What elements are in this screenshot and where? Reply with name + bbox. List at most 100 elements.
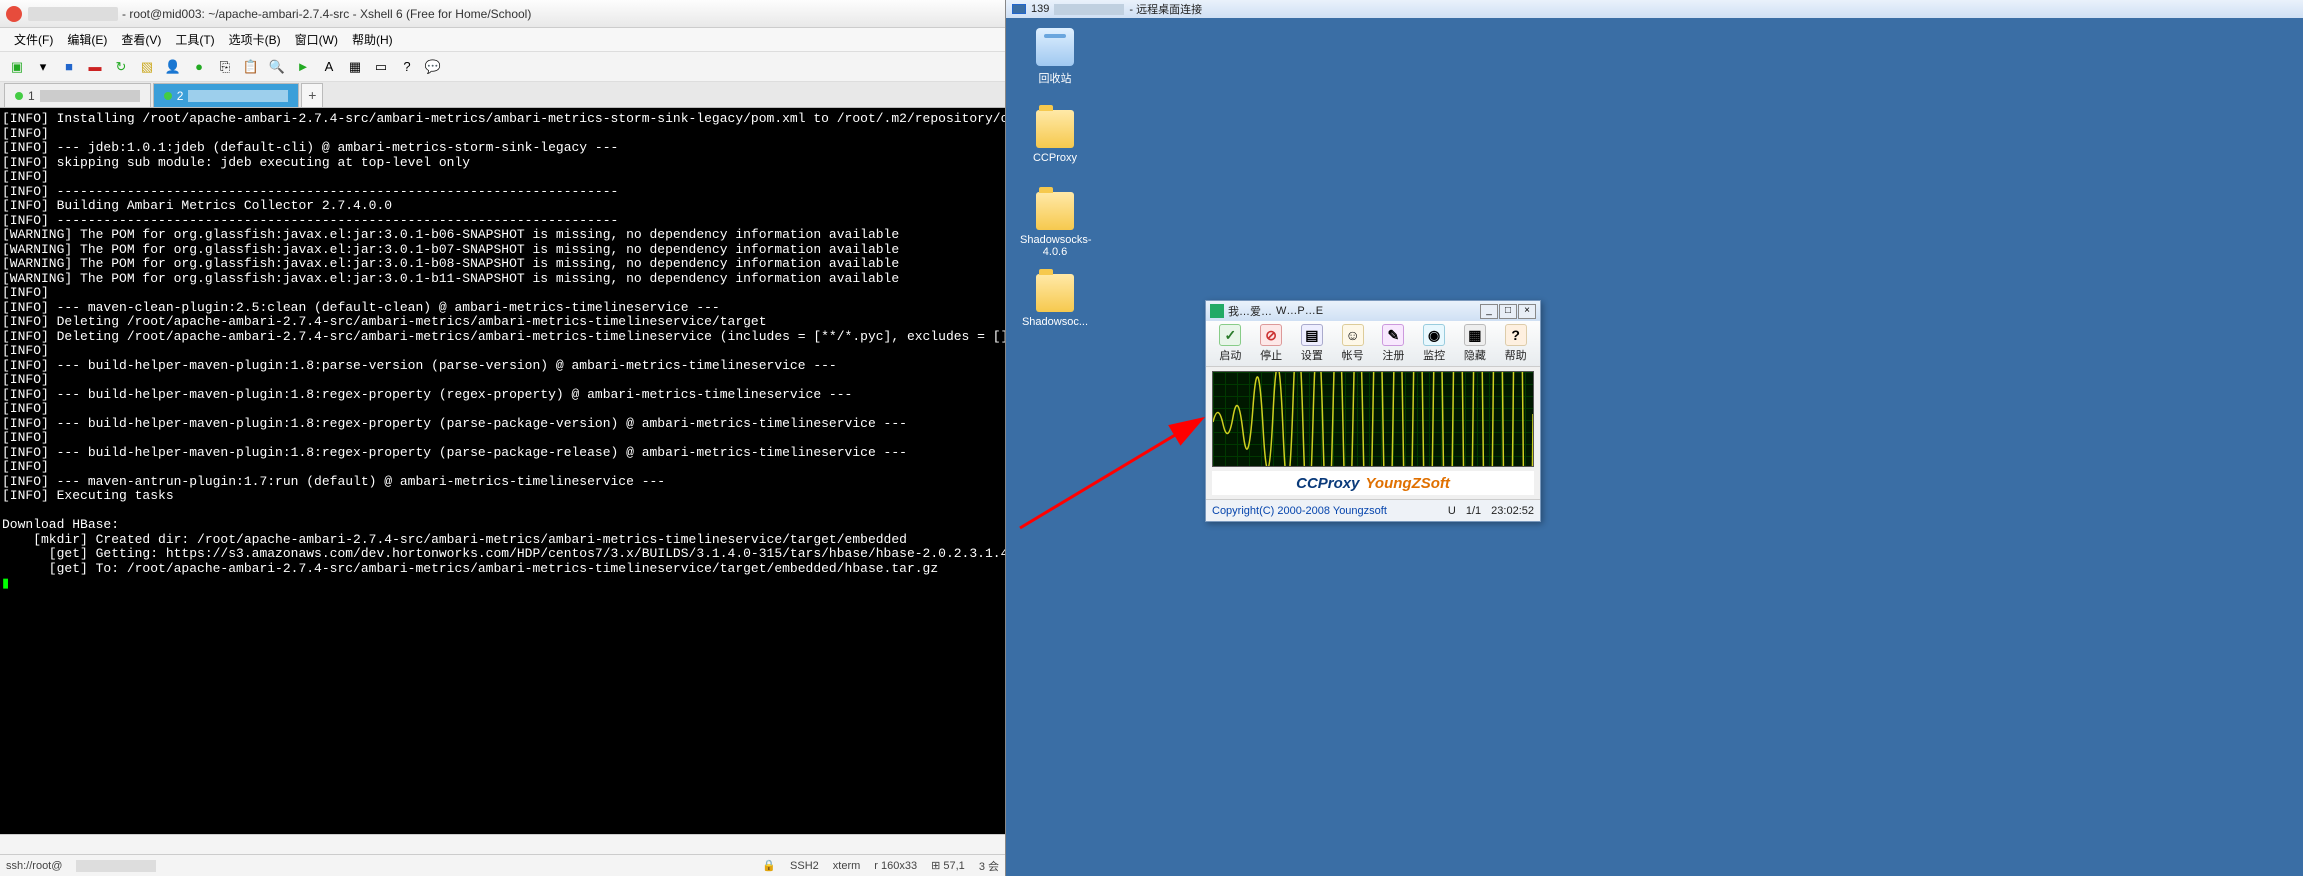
ccproxy-button-label: 帐号 — [1335, 347, 1371, 363]
ccproxy-window: 我…爱… W…P…E _ □ × ✓启动⊘停止▤设置☺帐号✎注册◉监控▦隐藏?帮… — [1205, 300, 1541, 522]
ccproxy-reg-button[interactable]: ✎注册 — [1375, 324, 1411, 363]
tab1-redacted — [40, 90, 140, 102]
ccproxy-title-prefix: 我…爱… — [1228, 303, 1272, 319]
status-cursor-pos: 57,1 — [943, 860, 964, 872]
ccproxy-stop-button[interactable]: ⊘停止 — [1253, 324, 1289, 363]
xshell-tab-add[interactable]: + — [301, 83, 323, 107]
tb-save-icon[interactable]: ■ — [58, 56, 80, 78]
stop-icon: ⊘ — [1260, 324, 1282, 346]
tb-reconnect-icon[interactable]: ↻ — [110, 56, 132, 78]
xshell-toolbar[interactable]: ▣ ▾ ■ ▬ ↻ ▧ 👤 ● ⎘ 📋 🔍 ► A ▦ ▭ ? 💬 — [0, 52, 1005, 82]
folder-icon — [1036, 110, 1074, 148]
ccproxy-button-label: 启动 — [1212, 347, 1248, 363]
menu-工具[interactable]: 工具(T) — [169, 29, 220, 50]
desktop-icon-CCProxy[interactable]: CCProxy — [1020, 110, 1090, 164]
close-button[interactable]: × — [1518, 304, 1536, 319]
minimize-button[interactable]: _ — [1480, 304, 1498, 319]
menu-查看[interactable]: 查看(V) — [115, 29, 167, 50]
hide-icon: ▦ — [1464, 324, 1486, 346]
menu-帮助[interactable]: 帮助(H) — [346, 29, 399, 50]
rdp-ip-prefix: 139 — [1031, 3, 1049, 15]
ccproxy-copyright: Copyright(C) 2000-2008 Youngzsoft — [1212, 505, 1387, 517]
xshell-tabbar: 1 2 + — [0, 82, 1005, 108]
tb-open-icon[interactable]: ▾ — [32, 56, 54, 78]
brand-youngzsoft: YoungZSoft — [1365, 475, 1449, 492]
tb-find-icon[interactable]: 🔍 — [266, 56, 288, 78]
xshell-titlebar[interactable]: - root@mid003: ~/apache-ambari-2.7.4-src… — [0, 0, 1005, 28]
ccproxy-stat-u: U — [1448, 505, 1456, 517]
ccproxy-acc-button[interactable]: ☺帐号 — [1335, 324, 1371, 363]
title-redacted — [28, 7, 118, 21]
bin-icon — [1036, 28, 1074, 66]
start-icon: ✓ — [1219, 324, 1241, 346]
desktop-icon-label: CCProxy — [1020, 152, 1090, 164]
desktop-icon-回收站[interactable]: 回收站 — [1020, 28, 1090, 86]
tb-a-icon[interactable]: A — [318, 56, 340, 78]
ccproxy-button-label: 设置 — [1294, 347, 1330, 363]
tb-help-icon[interactable]: ? — [396, 56, 418, 78]
terminal-input-bar[interactable] — [0, 834, 1005, 854]
ccproxy-traffic-graph — [1212, 371, 1534, 467]
status-ssh-url: ssh://root@ — [6, 860, 62, 872]
xshell-app-icon — [6, 6, 22, 22]
desktop-icon-Shadowsocks-4.0.6[interactable]: Shadowsocks-4.0.6 — [1020, 192, 1090, 258]
tb-globe-icon[interactable]: ● — [188, 56, 210, 78]
xshell-tab-1[interactable]: 1 — [4, 83, 151, 107]
window-controls: _ □ × — [1480, 304, 1536, 319]
ccproxy-app-icon — [1210, 304, 1224, 318]
tb-play-icon[interactable]: ► — [292, 56, 314, 78]
ccproxy-button-label: 停止 — [1253, 347, 1289, 363]
desktop-icon-label: Shadowsocks-4.0.6 — [1020, 234, 1090, 258]
status-size: 160x33 — [881, 860, 917, 872]
ccproxy-brand-banner: CCProxy YoungZSoft — [1212, 471, 1534, 495]
ccproxy-set-button[interactable]: ▤设置 — [1294, 324, 1330, 363]
tb-new-icon[interactable]: ▣ — [6, 56, 28, 78]
desktop-icon-label: Shadowsoc... — [1020, 316, 1090, 328]
tb-folder-icon[interactable]: ▧ — [136, 56, 158, 78]
status-protocol: SSH2 — [790, 860, 819, 872]
remote-desktop-window: 139 - 远程桌面连接 Shadowsoc... Shadowsocks-4.0… — [1006, 0, 2303, 876]
ccproxy-statusbar: Copyright(C) 2000-2008 Youngzsoft U 1/1 … — [1206, 499, 1540, 521]
ccproxy-stat-time: 23:02:52 — [1491, 505, 1534, 517]
ccproxy-mon-button[interactable]: ◉监控 — [1416, 324, 1452, 363]
ccproxy-button-label: 注册 — [1375, 347, 1411, 363]
tb-copy-icon[interactable]: ⎘ — [214, 56, 236, 78]
rdp-titlebar[interactable]: 139 - 远程桌面连接 — [1006, 0, 2303, 18]
ccproxy-help-button[interactable]: ?帮助 — [1498, 324, 1534, 363]
xshell-menubar[interactable]: 文件(F)编辑(E)查看(V)工具(T)选项卡(B)窗口(W)帮助(H) — [0, 28, 1005, 52]
rdp-title-suffix: - 远程桌面连接 — [1129, 1, 1202, 17]
lock-icon: 🔒 — [762, 859, 776, 872]
desktop-icon-Shadowsoc...[interactable]: Shadowsoc... — [1020, 274, 1090, 328]
ccproxy-button-label: 隐藏 — [1457, 347, 1493, 363]
ccproxy-title-suffix: W…P…E — [1276, 305, 1323, 317]
ccproxy-hide-button[interactable]: ▦隐藏 — [1457, 324, 1493, 363]
menu-选项卡[interactable]: 选项卡(B) — [223, 29, 287, 50]
menu-文件[interactable]: 文件(F) — [8, 29, 59, 50]
tb-chat-icon[interactable]: 💬 — [422, 56, 444, 78]
tab2-redacted — [188, 90, 288, 102]
tb-layout-icon[interactable]: ▦ — [344, 56, 366, 78]
folder-icon — [1036, 274, 1074, 312]
tb-person-icon[interactable]: 👤 — [162, 56, 184, 78]
help-icon: ? — [1505, 324, 1527, 346]
graph-wave-icon — [1213, 372, 1533, 467]
ccproxy-titlebar[interactable]: 我…爱… W…P…E _ □ × — [1206, 301, 1540, 321]
status-redacted — [76, 860, 156, 872]
acc-icon: ☺ — [1342, 324, 1364, 346]
mon-icon: ◉ — [1423, 324, 1445, 346]
terminal-output[interactable]: [INFO] Installing /root/apache-ambari-2.… — [0, 108, 1005, 834]
set-icon: ▤ — [1301, 324, 1323, 346]
xshell-statusbar: ssh://root@ 🔒 SSH2 xterm r 160x33 ⊞ 57,1… — [0, 854, 1005, 876]
remote-desktop-area[interactable]: Shadowsoc...Shadowsocks-4.0.6CCProxy回收站 … — [1006, 18, 2303, 876]
ccproxy-button-label: 监控 — [1416, 347, 1452, 363]
status-termtype: xterm — [833, 860, 861, 872]
maximize-button[interactable]: □ — [1499, 304, 1517, 319]
menu-窗口[interactable]: 窗口(W) — [289, 29, 344, 50]
xshell-title-text: - root@mid003: ~/apache-ambari-2.7.4-src… — [122, 7, 531, 21]
xshell-tab-2-active[interactable]: 2 — [153, 83, 300, 107]
menu-编辑[interactable]: 编辑(E) — [61, 29, 113, 50]
ccproxy-start-button[interactable]: ✓启动 — [1212, 324, 1248, 363]
tb-screen-icon[interactable]: ▭ — [370, 56, 392, 78]
tb-disconnect-icon[interactable]: ▬ — [84, 56, 106, 78]
tb-paste-icon[interactable]: 📋 — [240, 56, 262, 78]
